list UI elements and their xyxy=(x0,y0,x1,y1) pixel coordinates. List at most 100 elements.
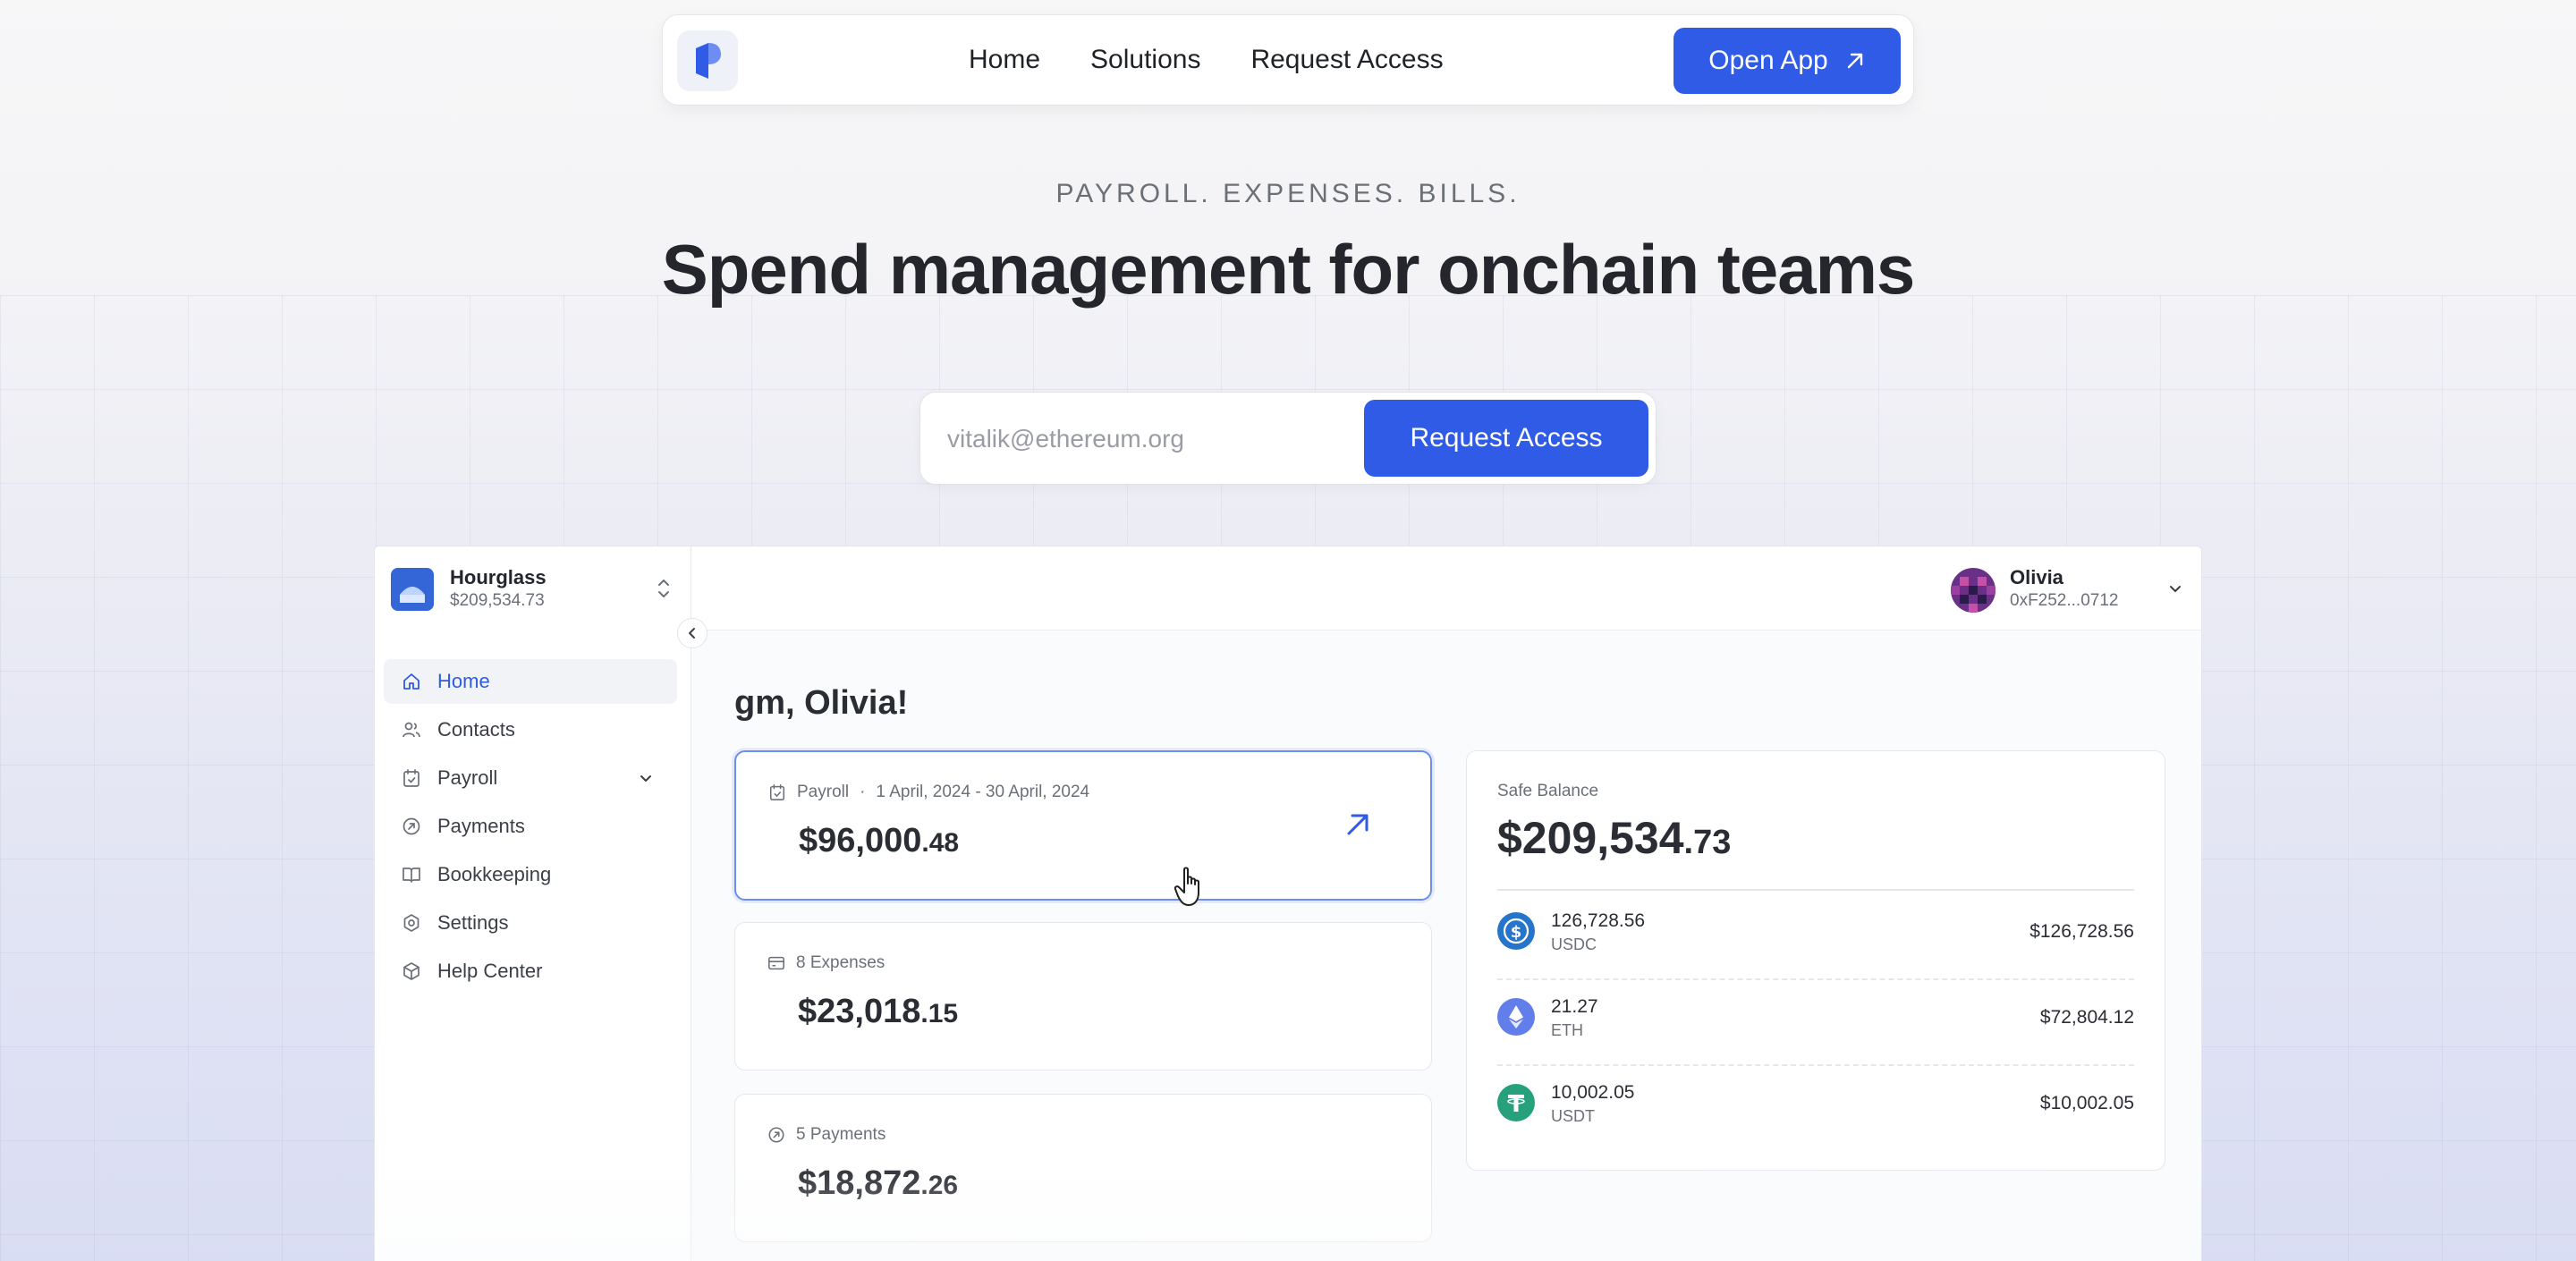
card-icon xyxy=(768,956,784,970)
amount-main: $18,872 xyxy=(798,1164,921,1202)
app-header: Olivia 0xF252...0712 xyxy=(691,546,2201,630)
open-app-button[interactable]: Open App xyxy=(1674,28,1901,94)
sidebar-item-payments[interactable]: Payments xyxy=(384,804,677,849)
payroll-card-label: Payroll · 1 April, 2024 - 30 April, 2024 xyxy=(768,783,1089,802)
sidebar-item-label: Bookkeeping xyxy=(437,863,552,885)
chevron-updown-icon[interactable] xyxy=(650,573,677,604)
payroll-period: 1 April, 2024 - 30 April, 2024 xyxy=(876,783,1090,801)
settings-icon xyxy=(403,914,419,932)
sidebar-item-label: Settings xyxy=(437,911,509,934)
expenses-amount: $23,018.15 xyxy=(798,993,958,1031)
org-logo xyxy=(391,568,434,611)
sidebar-item-payroll[interactable]: Payroll xyxy=(384,756,677,800)
amount-cents: .15 xyxy=(920,999,959,1028)
token-symbol: USDC xyxy=(1551,935,1597,953)
logo-icon xyxy=(696,43,721,79)
help-icon xyxy=(403,962,419,980)
eth-icon xyxy=(1497,998,1535,1036)
payroll-label: Payroll xyxy=(797,783,850,801)
users-icon xyxy=(402,722,420,738)
safe-balance-title: Safe Balance xyxy=(1497,782,1599,800)
token-amount: 10,002.05 xyxy=(1551,1082,1635,1103)
payments-card[interactable]: 5 Payments $18,872.26 xyxy=(734,1094,1432,1242)
sidebar-item-label: Home xyxy=(437,670,490,692)
chevron-down-icon[interactable] xyxy=(638,770,654,786)
org-name: Hourglass xyxy=(450,566,547,588)
payroll-amount: $96,000.48 xyxy=(799,822,959,860)
top-navbar: Home Solutions Request Access Open App xyxy=(662,14,1914,106)
token-usd-value: $126,728.56 xyxy=(2029,921,2134,942)
nav-solutions-link[interactable]: Solutions xyxy=(1090,45,1200,75)
usdt-icon xyxy=(1497,1084,1535,1121)
token-row: $ 126,728.56 USDC $126,728.56 xyxy=(1497,893,2134,978)
collapse-sidebar-button[interactable] xyxy=(677,618,708,648)
amount-main: $96,000 xyxy=(799,822,922,859)
safe-balance-card: Safe Balance $209,534.73 $ 126,728.56 US… xyxy=(1466,750,2165,1171)
chevron-down-icon xyxy=(2170,586,2181,592)
greeting-heading: gm, Olivia! xyxy=(734,684,909,722)
brand-logo[interactable] xyxy=(677,30,738,91)
home-icon xyxy=(403,673,419,690)
nav-request-access-link[interactable]: Request Access xyxy=(1250,45,1443,75)
sidebar-item-bookkeeping[interactable]: Bookkeeping xyxy=(384,852,677,897)
expenses-label: 8 Expenses xyxy=(796,953,886,972)
user-name: Olivia xyxy=(2010,566,2063,588)
app-preview: Hourglass $209,534.73 Home Contacts Payr… xyxy=(374,546,2202,1261)
amount-main: $209,534 xyxy=(1497,813,1684,863)
sidebar-item-settings[interactable]: Settings xyxy=(384,901,677,945)
token-usd-value: $10,002.05 xyxy=(2039,1093,2134,1113)
sidebar-item-contacts[interactable]: Contacts xyxy=(384,707,677,752)
label-separator: · xyxy=(860,783,866,801)
token-symbol: ETH xyxy=(1551,1021,1583,1039)
token-symbol: USDT xyxy=(1551,1107,1595,1125)
expenses-card-label: 8 Expenses xyxy=(767,953,885,973)
hero-headline: Spend management for onchain teams xyxy=(661,230,1916,309)
nav-home-link[interactable]: Home xyxy=(969,45,1040,75)
sidebar-nav: Home Contacts Payroll Payments Bookkeepi… xyxy=(384,659,677,997)
chevron-left-icon xyxy=(689,628,695,639)
payments-amount: $18,872.26 xyxy=(798,1164,958,1203)
token-amount: 126,728.56 xyxy=(1551,910,1646,931)
sidebar-item-label: Contacts xyxy=(437,718,515,741)
token-row: 21.27 ETH $72,804.12 xyxy=(1497,978,2134,1064)
org-balance: $209,534.73 xyxy=(450,591,545,610)
sidebar-item-label: Payroll xyxy=(437,766,498,789)
email-signup-form: Request Access xyxy=(919,392,1657,485)
arrow-up-right-icon xyxy=(1847,53,1862,69)
payments-card-label: 5 Payments xyxy=(767,1125,886,1145)
safe-balance-amount: $209,534.73 xyxy=(1497,812,1731,864)
token-amount: 21.27 xyxy=(1551,996,1598,1017)
svg-text:$: $ xyxy=(1511,923,1522,942)
sidebar-item-label: Payments xyxy=(437,815,525,837)
nav-links: Home Solutions Request Access xyxy=(969,15,1444,105)
amount-cents: .48 xyxy=(921,828,960,858)
calendar-icon xyxy=(769,784,785,800)
amount-main: $23,018 xyxy=(798,993,921,1030)
sidebar-item-label: Help Center xyxy=(437,960,543,982)
hourglass-logo-icon xyxy=(391,568,434,611)
divider xyxy=(1497,889,2134,891)
user-menu[interactable]: Olivia 0xF252...0712 xyxy=(1951,564,2183,614)
sidebar: Hourglass $209,534.73 Home Contacts Payr… xyxy=(375,546,691,1261)
book-icon xyxy=(402,867,420,883)
calendar-icon xyxy=(403,769,419,787)
arrow-up-right-icon[interactable] xyxy=(1343,809,1373,840)
wallet-address: 0xF252...0712 xyxy=(2010,591,2119,610)
usdc-icon: $ xyxy=(1497,912,1535,950)
sidebar-item-home[interactable]: Home xyxy=(384,659,677,704)
expenses-card[interactable]: 8 Expenses $23,018.15 xyxy=(734,922,1432,1071)
amount-cents: .26 xyxy=(920,1171,959,1200)
org-switcher[interactable]: Hourglass $209,534.73 xyxy=(391,564,677,614)
payments-icon xyxy=(402,817,420,835)
sidebar-item-help-center[interactable]: Help Center xyxy=(384,949,677,994)
token-usd-value: $72,804.12 xyxy=(2039,1007,2134,1028)
payroll-card[interactable]: Payroll · 1 April, 2024 - 30 April, 2024… xyxy=(734,750,1432,901)
request-access-button[interactable]: Request Access xyxy=(1364,400,1648,477)
avatar xyxy=(1951,568,1996,613)
email-input[interactable] xyxy=(947,416,1368,462)
amount-cents: .73 xyxy=(1683,824,1732,861)
payments-icon xyxy=(768,1127,784,1143)
open-app-label: Open App xyxy=(1708,46,1828,75)
token-row: 10,002.05 USDT $10,002.05 xyxy=(1497,1064,2134,1150)
hero-eyebrow: PAYROLL. EXPENSES. BILLS. xyxy=(1055,179,1521,208)
